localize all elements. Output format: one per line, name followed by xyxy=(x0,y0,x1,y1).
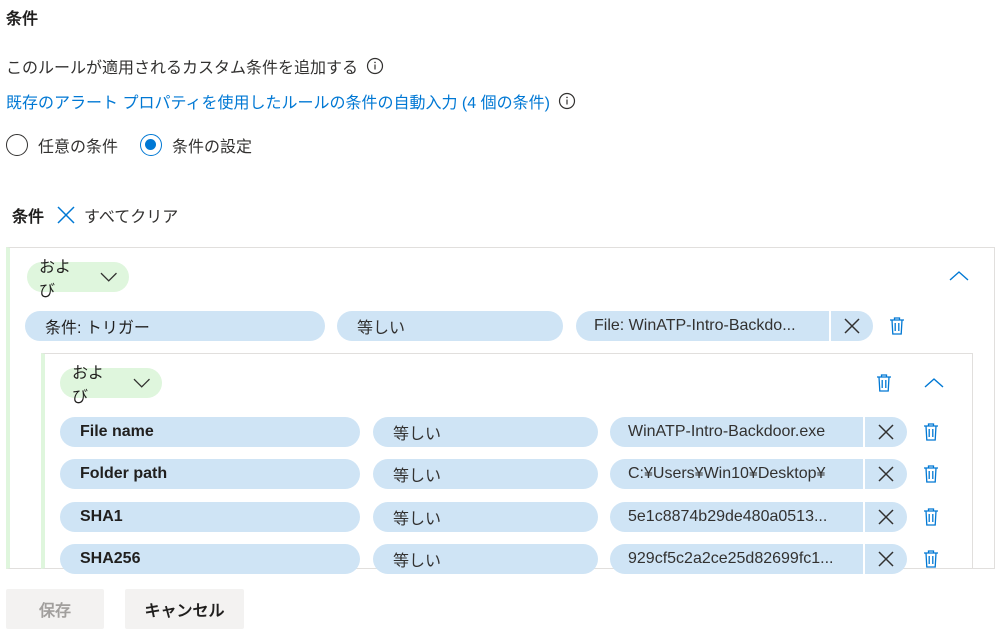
remove-value-button[interactable] xyxy=(863,502,907,532)
delete-row-button[interactable] xyxy=(920,506,942,528)
chevron-down-icon xyxy=(100,272,117,282)
collapse-outer-button[interactable] xyxy=(948,265,970,287)
outer-value-pill[interactable]: File: WinATP-Intro-Backdo... xyxy=(576,311,829,341)
radio-label: 任意の条件 xyxy=(38,139,119,156)
radio-circle[interactable] xyxy=(6,134,28,156)
value-label: File: WinATP-Intro-Backdo... xyxy=(594,317,796,334)
op-label: 等しい xyxy=(393,426,442,443)
delete-icon xyxy=(877,374,891,392)
outer-delete-row-button[interactable] xyxy=(886,315,908,337)
cancel-button[interactable]: キャンセル xyxy=(125,589,244,629)
clear-all-label: すべてクリア xyxy=(84,209,179,226)
field-label: Folder path xyxy=(80,465,168,482)
clear-all-button[interactable]: すべてクリア xyxy=(56,203,178,227)
op-label: 等しい xyxy=(393,511,442,528)
delete-icon xyxy=(890,317,904,335)
condition-value-pill[interactable]: 929cf5c2a2ce25d82699fc1... xyxy=(610,544,863,574)
close-icon xyxy=(844,318,860,334)
delete-row-button[interactable] xyxy=(920,463,942,485)
close-icon xyxy=(878,466,894,482)
chevron-up-icon xyxy=(924,378,944,388)
operator-label: および xyxy=(72,365,105,406)
value-label: 5e1c8874b29de480a0513... xyxy=(628,508,828,525)
op-label: 等しい xyxy=(393,468,442,485)
close-icon xyxy=(878,424,894,440)
outer-operator-pill[interactable]: 等しい xyxy=(337,311,563,341)
section-title: 条件 xyxy=(6,11,39,28)
autofill-row: 既存のアラート プロパティを使用したルールの条件の自動入力 (4 個の条件) xyxy=(6,89,576,113)
field-label: SHA256 xyxy=(80,550,141,567)
condition-operator-pill[interactable]: 等しい xyxy=(373,544,598,574)
info-icon[interactable] xyxy=(366,57,384,75)
condition-mode-radio-group: 任意の条件 条件の設定 xyxy=(6,133,274,157)
delete-row-button[interactable] xyxy=(920,421,942,443)
radio-label: 条件の設定 xyxy=(172,139,253,156)
outer-remove-value-button[interactable] xyxy=(829,311,873,341)
close-icon xyxy=(57,206,75,224)
condition-field-pill[interactable]: File name xyxy=(60,417,360,447)
chevron-up-icon xyxy=(949,271,969,281)
field-label: SHA1 xyxy=(80,508,123,525)
condition-value-pill[interactable]: WinATP-Intro-Backdoor.exe xyxy=(610,417,863,447)
footer-buttons: 保存 キャンセル xyxy=(6,589,244,629)
condition-operator-pill[interactable]: 等しい xyxy=(373,502,598,532)
info-icon[interactable] xyxy=(558,92,576,110)
autofill-link[interactable]: 既存のアラート プロパティを使用したルールの条件の自動入力 (4 個の条件) xyxy=(6,89,550,113)
condition-field-pill[interactable]: SHA256 xyxy=(60,544,360,574)
delete-icon xyxy=(924,465,938,483)
remove-value-button[interactable] xyxy=(863,459,907,489)
description-row: このルールが適用されるカスタム条件を追加する xyxy=(6,54,384,78)
outer-field-pill[interactable]: 条件: トリガー xyxy=(25,311,325,341)
inner-condition-group: および File name 等しい WinATP-Intro-Backdoor.… xyxy=(41,353,973,574)
save-button[interactable]: 保存 xyxy=(6,589,104,629)
conditions-label: 条件 xyxy=(12,209,45,226)
delete-row-button[interactable] xyxy=(920,548,942,570)
op-label: 等しい xyxy=(393,553,442,570)
value-label: WinATP-Intro-Backdoor.exe xyxy=(628,423,826,440)
field-label: 条件: トリガー xyxy=(45,320,150,337)
op-label: 等しい xyxy=(357,320,406,337)
chevron-down-icon xyxy=(133,378,150,388)
delete-icon xyxy=(924,508,938,526)
description-text: このルールが適用されるカスタム条件を追加する xyxy=(6,60,359,77)
value-label: C:¥Users¥Win10¥Desktop¥ xyxy=(628,465,826,482)
radio-set-condition[interactable]: 条件の設定 xyxy=(140,133,252,157)
field-label: File name xyxy=(80,423,154,440)
inner-delete-group-button[interactable] xyxy=(873,372,895,394)
remove-value-button[interactable] xyxy=(863,544,907,574)
condition-field-pill[interactable]: SHA1 xyxy=(60,502,360,532)
conditions-header: 条件 すべてクリア xyxy=(12,203,178,227)
radio-circle-checked[interactable] xyxy=(140,134,163,156)
condition-operator-pill[interactable]: 等しい xyxy=(373,417,598,447)
collapse-inner-button[interactable] xyxy=(923,372,945,394)
condition-value-pill[interactable]: 5e1c8874b29de480a0513... xyxy=(610,502,863,532)
condition-value-pill[interactable]: C:¥Users¥Win10¥Desktop¥ xyxy=(610,459,863,489)
outer-condition-group: および 条件: トリガー 等しい File: WinATP-Intro-Back… xyxy=(6,247,995,574)
condition-operator-pill[interactable]: 等しい xyxy=(373,459,598,489)
inner-operator-dropdown[interactable]: および xyxy=(60,365,162,406)
close-icon xyxy=(878,551,894,567)
value-label: 929cf5c2a2ce25d82699fc1... xyxy=(628,550,834,567)
outer-operator-dropdown[interactable]: および xyxy=(27,259,129,300)
radio-any-condition[interactable]: 任意の条件 xyxy=(6,133,118,157)
operator-label: および xyxy=(39,259,72,300)
remove-value-button[interactable] xyxy=(863,417,907,447)
close-icon xyxy=(878,509,894,525)
condition-field-pill[interactable]: Folder path xyxy=(60,459,360,489)
delete-icon xyxy=(924,423,938,441)
delete-icon xyxy=(924,550,938,568)
